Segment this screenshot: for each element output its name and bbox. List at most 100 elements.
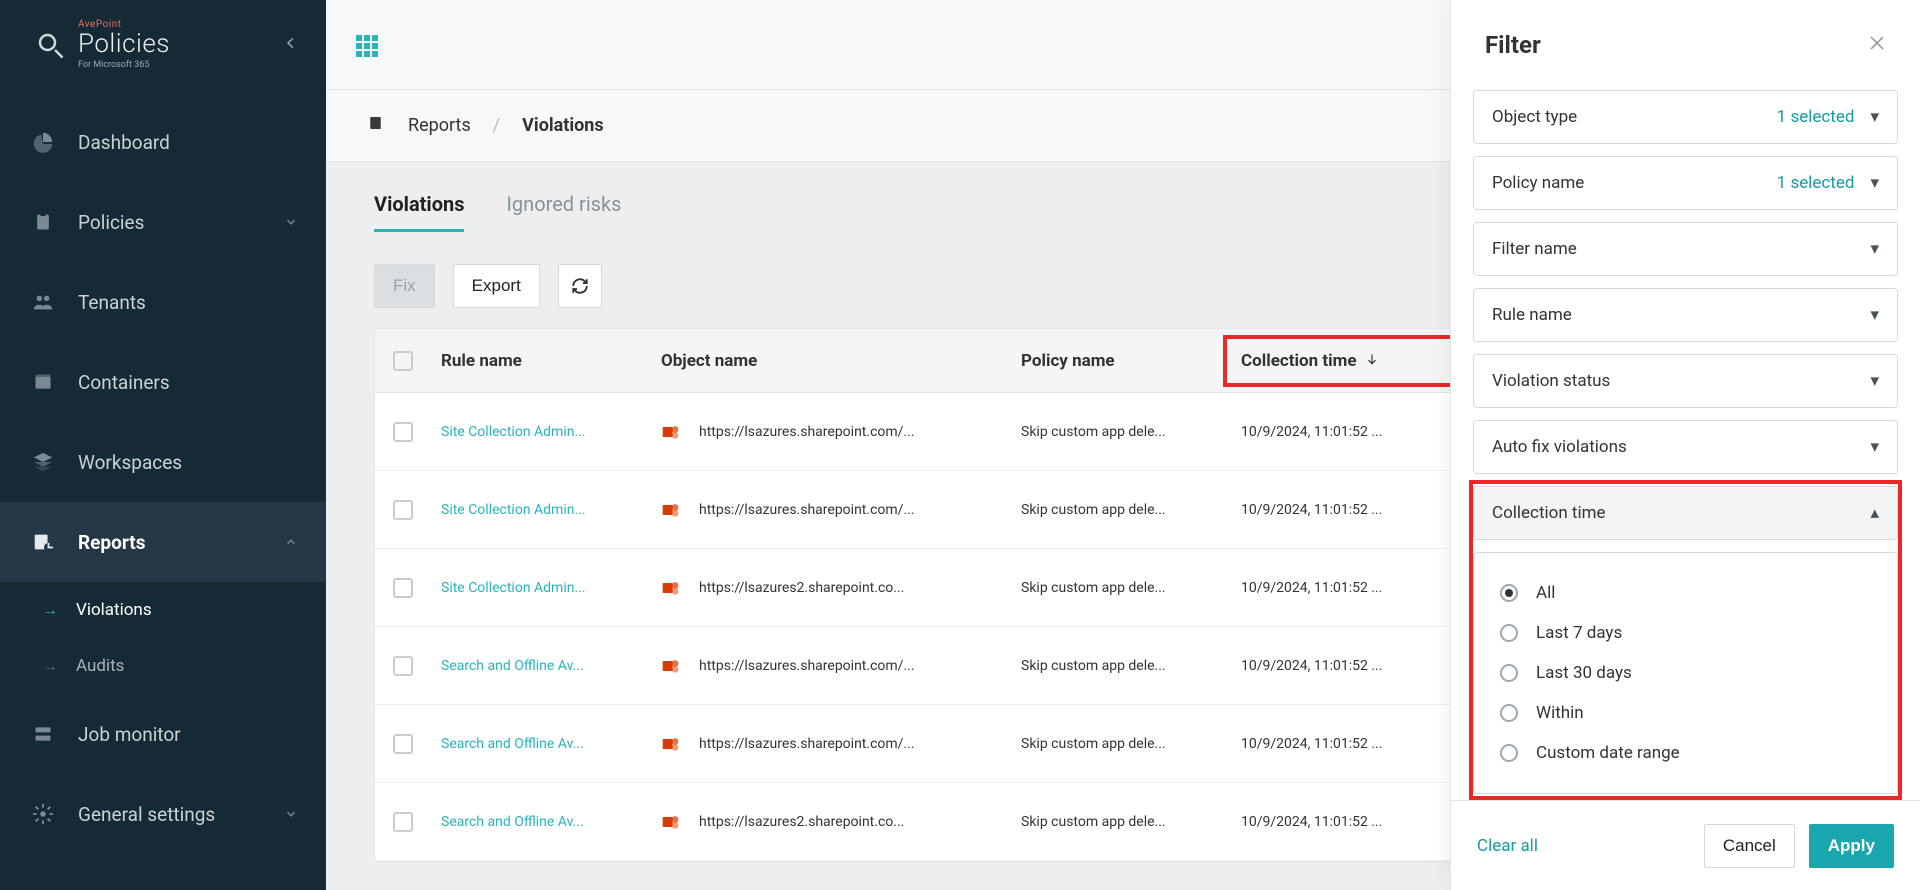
row-checkbox[interactable] bbox=[393, 500, 413, 520]
sidebar-item-policies[interactable]: Policies bbox=[0, 182, 326, 262]
sidebar-label: Tenants bbox=[78, 291, 298, 314]
radio-icon bbox=[1500, 584, 1518, 602]
sidebar-item-workspaces[interactable]: Workspaces bbox=[0, 422, 326, 502]
subnav-violations[interactable]: → Violations bbox=[38, 582, 326, 638]
filter-row-label: Rule name bbox=[1492, 305, 1572, 325]
sharepoint-icon bbox=[661, 656, 681, 676]
app-launcher-icon[interactable] bbox=[356, 35, 376, 55]
cell-rule-name[interactable]: Site Collection Admin... bbox=[441, 580, 661, 596]
sidebar-item-dashboard[interactable]: Dashboard bbox=[0, 102, 326, 182]
subnav-audits[interactable]: → Audits bbox=[38, 638, 326, 694]
col-header-policy[interactable]: Policy name bbox=[1021, 351, 1241, 371]
cell-rule-name[interactable]: Site Collection Admin... bbox=[441, 502, 661, 518]
col-header-object[interactable]: Object name bbox=[661, 351, 1021, 371]
filter-policy-name[interactable]: Policy name 1 selected▾ bbox=[1473, 156, 1898, 210]
refresh-button[interactable] bbox=[558, 264, 602, 308]
caret-down-icon: ▾ bbox=[1870, 437, 1879, 457]
row-checkbox[interactable] bbox=[393, 812, 413, 832]
cell-policy-name: Skip custom app dele... bbox=[1021, 580, 1241, 596]
row-checkbox[interactable] bbox=[393, 734, 413, 754]
radio-within[interactable]: Within bbox=[1500, 693, 1871, 733]
logo: AvePoint Policies For Microsoft 365 bbox=[34, 19, 170, 70]
sidebar-label: Job monitor bbox=[78, 723, 298, 746]
report-icon bbox=[368, 114, 386, 137]
box-icon bbox=[32, 371, 54, 393]
row-checkbox[interactable] bbox=[393, 422, 413, 442]
sharepoint-icon bbox=[661, 812, 681, 832]
radio-label: Within bbox=[1536, 703, 1584, 723]
radio-custom-date-range[interactable]: Custom date range bbox=[1500, 733, 1871, 773]
sidebar: AvePoint Policies For Microsoft 365 Dash… bbox=[0, 0, 326, 890]
sidebar-item-containers[interactable]: Containers bbox=[0, 342, 326, 422]
sidebar-label: Reports bbox=[78, 531, 260, 554]
select-all-checkbox[interactable] bbox=[393, 351, 413, 371]
sidebar-item-tenants[interactable]: Tenants bbox=[0, 262, 326, 342]
filter-row-label: Violation status bbox=[1492, 371, 1610, 391]
filter-title: Filter bbox=[1485, 31, 1541, 59]
cell-policy-name: Skip custom app dele... bbox=[1021, 736, 1241, 752]
breadcrumb-root[interactable]: Reports bbox=[408, 115, 471, 136]
group-icon bbox=[32, 291, 54, 313]
report-icon bbox=[32, 531, 54, 553]
cell-rule-name[interactable]: Site Collection Admin... bbox=[441, 424, 661, 440]
fix-button[interactable]: Fix bbox=[374, 264, 435, 308]
cell-rule-name[interactable]: Search and Offline Av... bbox=[441, 658, 661, 674]
logo-text: AvePoint Policies For Microsoft 365 bbox=[78, 19, 170, 70]
radio-all[interactable]: All bbox=[1500, 573, 1871, 613]
caret-down-icon: ▾ bbox=[1870, 371, 1879, 391]
radio-label: Custom date range bbox=[1536, 743, 1680, 763]
radio-label: Last 7 days bbox=[1536, 623, 1622, 643]
filter-collection-time[interactable]: Collection time ▴ bbox=[1473, 486, 1898, 540]
cancel-button[interactable]: Cancel bbox=[1704, 824, 1795, 868]
filter-filter-name[interactable]: Filter name ▾ bbox=[1473, 222, 1898, 276]
row-checkbox[interactable] bbox=[393, 656, 413, 676]
caret-down-icon: ▾ bbox=[1870, 305, 1879, 325]
sharepoint-icon bbox=[661, 734, 681, 754]
sidebar-collapse-button[interactable] bbox=[284, 36, 298, 54]
button-label: Fix bbox=[393, 276, 416, 296]
gear-icon bbox=[32, 803, 54, 825]
apply-button[interactable]: Apply bbox=[1809, 824, 1894, 868]
cell-rule-name[interactable]: Search and Offline Av... bbox=[441, 736, 661, 752]
filter-auto-fix[interactable]: Auto fix violations ▾ bbox=[1473, 420, 1898, 474]
row-checkbox[interactable] bbox=[393, 578, 413, 598]
sidebar-item-reports[interactable]: Reports bbox=[0, 502, 326, 582]
clear-all-button[interactable]: Clear all bbox=[1477, 836, 1538, 856]
filter-violation-status[interactable]: Violation status ▾ bbox=[1473, 354, 1898, 408]
sidebar-item-general-settings[interactable]: General settings bbox=[0, 774, 326, 854]
filter-body: Object type 1 selected▾ Policy name 1 se… bbox=[1451, 90, 1920, 800]
filter-row-label: Policy name bbox=[1492, 173, 1584, 193]
close-icon bbox=[1868, 34, 1886, 52]
cell-rule-name[interactable]: Search and Offline Av... bbox=[441, 814, 661, 830]
cell-object-name: https://lsazures.sharepoint.com/... bbox=[699, 502, 915, 518]
filter-selected-count: 1 selected bbox=[1777, 173, 1855, 193]
collection-time-options: All Last 7 days Last 30 days Within Cust… bbox=[1473, 552, 1898, 794]
reports-subnav: → Violations → Audits bbox=[0, 582, 326, 694]
close-button[interactable] bbox=[1868, 33, 1886, 57]
filter-rule-name[interactable]: Rule name ▾ bbox=[1473, 288, 1898, 342]
export-button[interactable]: Export bbox=[453, 264, 540, 308]
radio-icon bbox=[1500, 704, 1518, 722]
breadcrumb-current: Violations bbox=[522, 115, 603, 136]
logo-area: AvePoint Policies For Microsoft 365 bbox=[0, 0, 326, 90]
sidebar-item-job-monitor[interactable]: Job monitor bbox=[0, 694, 326, 774]
filter-object-type[interactable]: Object type 1 selected▾ bbox=[1473, 90, 1898, 144]
col-label: Collection time bbox=[1241, 351, 1357, 371]
logo-product: Policies bbox=[78, 30, 170, 59]
caret-up-icon: ▴ bbox=[1870, 503, 1879, 523]
col-header-rule[interactable]: Rule name bbox=[441, 351, 661, 371]
chevron-down-icon bbox=[284, 803, 298, 826]
cell-object-name: https://lsazures2.sharepoint.co... bbox=[699, 814, 904, 830]
radio-last-7-days[interactable]: Last 7 days bbox=[1500, 613, 1871, 653]
clipboard-icon bbox=[32, 211, 54, 233]
sharepoint-icon bbox=[661, 500, 681, 520]
cell-object-name: https://lsazures.sharepoint.com/... bbox=[699, 658, 915, 674]
arrow-right-icon: → bbox=[42, 600, 58, 620]
tab-violations[interactable]: Violations bbox=[374, 192, 464, 230]
filter-collection-time-section: Collection time ▴ All Last 7 days Last 3… bbox=[1473, 486, 1898, 794]
breadcrumb-separator: / bbox=[493, 115, 500, 136]
tab-ignored-risks[interactable]: Ignored risks bbox=[506, 192, 621, 230]
radio-last-30-days[interactable]: Last 30 days bbox=[1500, 653, 1871, 693]
cell-object-name: https://lsazures.sharepoint.com/... bbox=[699, 736, 915, 752]
filter-header: Filter bbox=[1451, 0, 1920, 90]
